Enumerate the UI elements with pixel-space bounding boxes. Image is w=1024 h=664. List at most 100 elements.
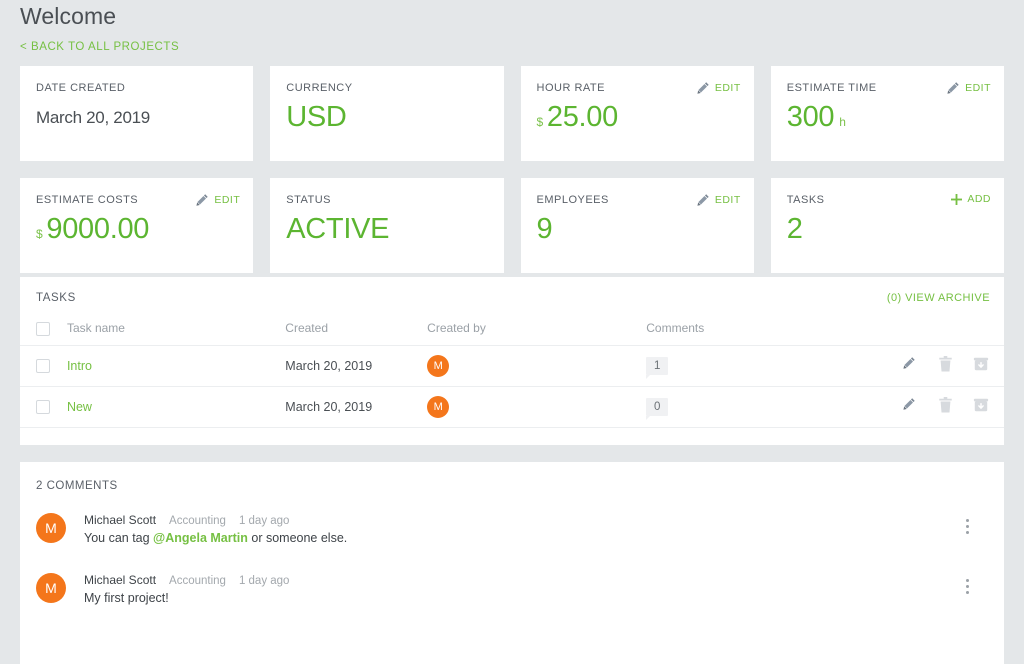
stat-card-edit-action[interactable]: EDIT: [196, 193, 240, 206]
archive-task-button[interactable]: [973, 356, 989, 372]
stat-card-value: ACTIVE: [286, 213, 389, 246]
comment-count-badge: 1: [646, 356, 669, 379]
delete-task-button[interactable]: [938, 356, 953, 372]
tasks-table-header-row: Task name Created Created by Comments: [20, 313, 1004, 346]
stat-card-value: 300 h: [787, 101, 846, 134]
edit-task-button[interactable]: [903, 397, 918, 413]
archive-icon: [973, 399, 989, 412]
value-text: ACTIVE: [286, 213, 390, 245]
task-actions-cell: [875, 345, 1004, 387]
stat-card-value: 2: [787, 213, 803, 246]
tasks-panel: TASKS (0) VIEW ARCHIVE Task name Created…: [20, 277, 1004, 445]
pencil-icon: [947, 82, 959, 94]
stat-card-tasks: TASKS ADD 2: [770, 178, 1004, 273]
comment-menu-icon[interactable]: [960, 519, 974, 534]
comment-text: You can tag @Angela Martin or someone el…: [84, 531, 988, 545]
avatar: M: [36, 573, 66, 603]
stat-card-edit-action[interactable]: EDIT: [697, 193, 741, 206]
comment-body: Michael Scott Accounting 1 day ago You can …: [84, 513, 988, 545]
stat-card-action-label: EDIT: [214, 193, 241, 206]
comment-timestamp: 1 day ago: [238, 575, 290, 587]
archive-task-button[interactable]: [973, 397, 989, 413]
table-row: New March 20, 2019 M 0: [20, 386, 1004, 428]
stat-card-row-1: DATE CREATED March 20, 2019 CURRENCY USD HOU…: [20, 66, 1004, 161]
avatar: M: [427, 395, 450, 418]
table-row: Intro March 20, 2019 M 1: [20, 345, 1004, 387]
avatar: M: [36, 513, 66, 543]
comment-count-badge: 0: [646, 397, 669, 420]
comment-timestamp: 1 day ago: [238, 515, 290, 527]
back-to-all-projects-link[interactable]: < BACK TO ALL PROJECTS: [20, 41, 179, 53]
row-select-cell: [20, 345, 67, 387]
comment-text-before: You can tag: [84, 531, 154, 545]
trash-icon: [939, 356, 952, 372]
stat-card-grid: DATE CREATED March 20, 2019 CURRENCY USD HOU…: [20, 66, 1004, 273]
stat-card-add-action[interactable]: ADD: [951, 193, 991, 205]
value-text: 9000.00: [46, 213, 150, 245]
column-header-created: Created: [285, 313, 428, 346]
value-suffix: h: [839, 115, 846, 129]
project-detail-page: Welcome < BACK TO ALL PROJECTS DATE CREA…: [0, 0, 1024, 664]
avatar: M: [427, 354, 450, 377]
stat-card-edit-action[interactable]: EDIT: [947, 81, 991, 94]
stat-card-edit-action[interactable]: EDIT: [697, 81, 741, 94]
stat-card-value: USD: [286, 101, 347, 134]
task-name-link[interactable]: Intro: [67, 359, 92, 373]
comment-item: M Michael Scott Accounting 1 day ago My firs…: [36, 573, 988, 605]
value-text: 300: [786, 101, 835, 133]
task-actions-cell: [875, 386, 1004, 428]
task-comments-cell: 0: [646, 386, 876, 428]
tasks-panel-title: TASKS: [36, 292, 76, 304]
task-name-cell: New: [66, 386, 286, 428]
stat-card-action-label: ADD: [967, 193, 991, 205]
task-name-cell: Intro: [66, 345, 286, 387]
select-all-checkbox[interactable]: [36, 321, 50, 336]
row-checkbox[interactable]: [36, 400, 50, 415]
comment-meta: Michael Scott Accounting 1 day ago: [84, 573, 988, 587]
comments-panel: 2 COMMENTS M Michael Scott Accounting 1 day…: [20, 462, 1004, 664]
stat-card-row-2: ESTIMATE COSTS EDIT $9000.00 STATUS ACTIVE EM…: [20, 178, 1004, 273]
task-comments-cell: 1: [646, 345, 876, 387]
stat-card-value: March 20, 2019: [36, 108, 150, 128]
stat-card-employees: EMPLOYEES EDIT 9: [520, 178, 754, 273]
comment-mention[interactable]: @Angela Martin: [153, 531, 248, 545]
column-header-created-by: Created by: [427, 313, 647, 346]
comments-count-label: 2 COMMENTS: [36, 480, 118, 492]
view-archive-link[interactable]: (0) VIEW ARCHIVE: [887, 292, 990, 304]
delete-task-button[interactable]: [938, 397, 953, 413]
comment-item: M Michael Scott Accounting 1 day ago You can…: [36, 513, 988, 545]
value-prefix: $: [536, 115, 544, 129]
value-prefix: $: [36, 227, 43, 241]
column-header-select: [20, 313, 67, 346]
stat-card-action-label: EDIT: [965, 81, 991, 94]
pencil-icon: [697, 194, 709, 206]
stat-card-label: DATE CREATED: [36, 82, 126, 94]
comment-text-after: or someone else.: [247, 531, 348, 545]
task-created-by-cell: M: [427, 386, 647, 428]
column-header-task-name: Task name: [66, 313, 286, 346]
plus-icon: [951, 193, 963, 205]
tasks-table: Task name Created Created by Comments In…: [20, 313, 1004, 428]
value-text: 25.00: [546, 101, 618, 133]
stat-card-label: CURRENCY: [286, 82, 353, 94]
comment-department: Accounting: [169, 575, 226, 587]
comment-text: My first project!: [84, 591, 988, 605]
column-header-actions: [875, 313, 1004, 346]
stat-card-value: $25.00: [536, 101, 619, 134]
task-created-cell: March 20, 2019: [285, 345, 428, 387]
row-checkbox[interactable]: [36, 359, 50, 374]
comment-text-before: My first project!: [84, 591, 169, 605]
comment-author: Michael Scott: [84, 573, 157, 587]
task-name-link[interactable]: New: [67, 400, 92, 414]
trash-icon: [939, 397, 952, 413]
archive-icon: [973, 358, 989, 371]
stat-card-hour-rate: HOUR RATE EDIT $25.00: [520, 66, 754, 161]
row-select-cell: [20, 386, 67, 428]
edit-task-button[interactable]: [903, 356, 918, 372]
value-text: 9: [536, 213, 553, 245]
comment-menu-icon[interactable]: [960, 579, 974, 594]
column-header-comments: Comments: [646, 313, 876, 346]
stat-card-estimate-time: ESTIMATE TIME EDIT 300 h: [770, 66, 1004, 161]
page-title: Welcome: [20, 3, 117, 29]
stat-card-label: STATUS: [286, 194, 332, 206]
